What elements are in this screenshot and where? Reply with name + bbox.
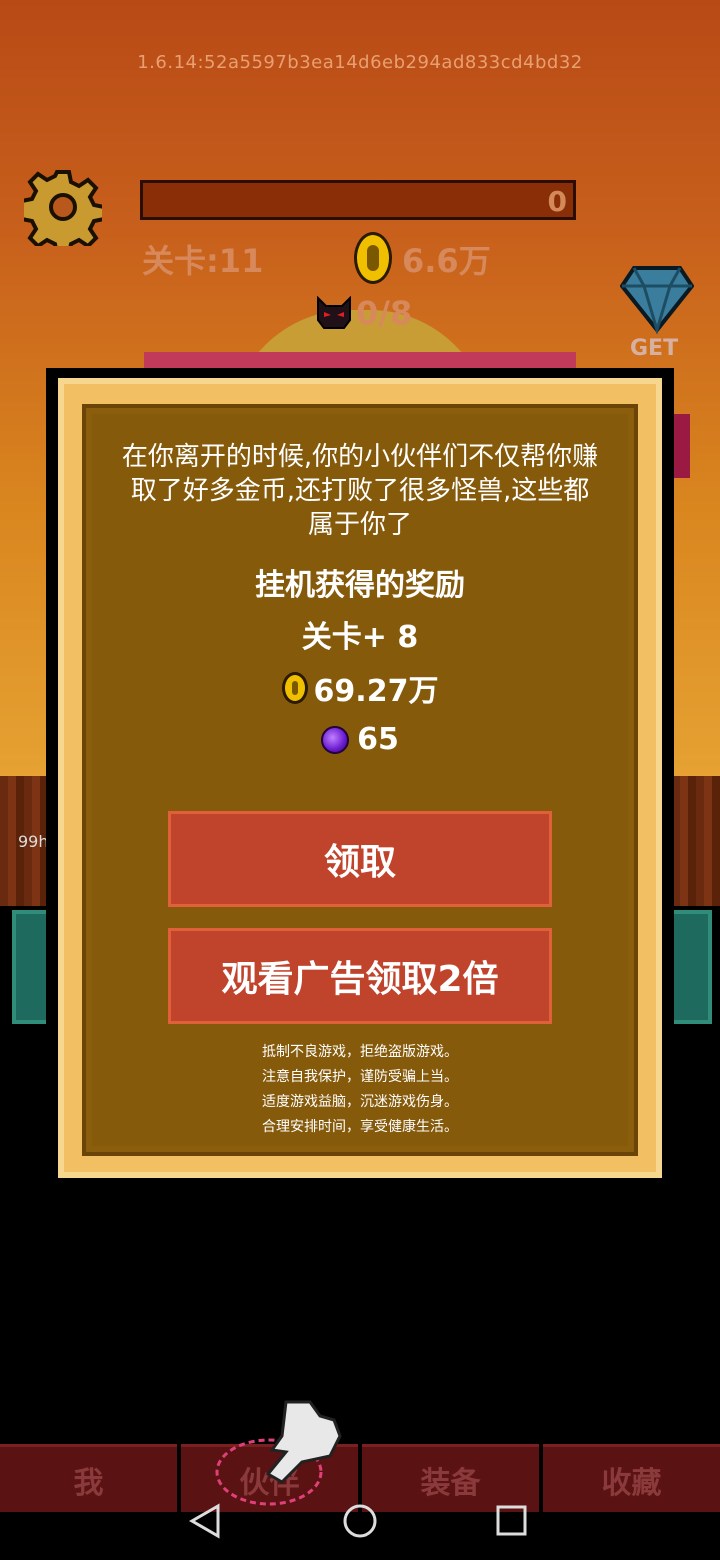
health-notice: 抵制不良游戏，拒绝盗版游戏。 注意自我保护，谨防受骗上当。 适度游戏益脑，沉迷游… [0,1040,720,1140]
notice-line: 注意自我保护，谨防受骗上当。 [262,1069,458,1085]
orb-reward-value: 65 [357,722,399,757]
gold-coin-icon [281,672,308,704]
progress-value: 0 [547,185,567,218]
claim-button[interactable]: 领取 [168,811,552,907]
reward-title: 挂机获得的奖励 [255,568,465,603]
kill-counter: 0/8 [356,294,413,332]
system-navigation-bar [188,1503,527,1539]
home-nav-icon[interactable] [343,1504,377,1538]
side-hp-text: 99h [18,832,49,851]
offline-message: 在你离开的时候,你的小伙伴们不仅帮你赚取了好多金币,还打败了很多怪兽,这些都属于… [121,442,599,540]
version-text: 1.6.14:52a5597b3ea14d6eb294ad833cd4bd32 [137,52,583,73]
gem-shop-icon[interactable] [620,264,694,334]
orb-reward-row: 65 [0,722,720,757]
notice-line: 抵制不良游戏，拒绝盗版游戏。 [262,1044,458,1060]
gold-reward-row: 69.27万 [0,666,720,710]
monster-kill-icon [317,296,351,329]
stage-label: 关卡:11 [142,242,264,280]
notice-line: 适度游戏益脑，沉迷游戏伤身。 [262,1094,458,1110]
gold-coin-icon [354,232,392,284]
back-nav-icon[interactable] [188,1503,220,1539]
stage-progress-bar: 0 [140,180,576,220]
tutorial-pointer-hand-icon [215,1400,342,1506]
notice-line: 合理安排时间，享受健康生活。 [262,1119,458,1135]
recents-nav-icon[interactable] [496,1505,527,1536]
gold-amount: 6.6万 [402,242,491,280]
claim-double-ad-button[interactable]: 观看广告领取2倍 [168,928,552,1024]
purple-orb-icon [321,725,350,754]
settings-gear-icon[interactable] [24,168,102,246]
get-gems-label[interactable]: GET [630,336,678,361]
stage-gain: 关卡+ 8 [301,620,419,655]
gold-reward-value: 69.27万 [313,674,439,709]
